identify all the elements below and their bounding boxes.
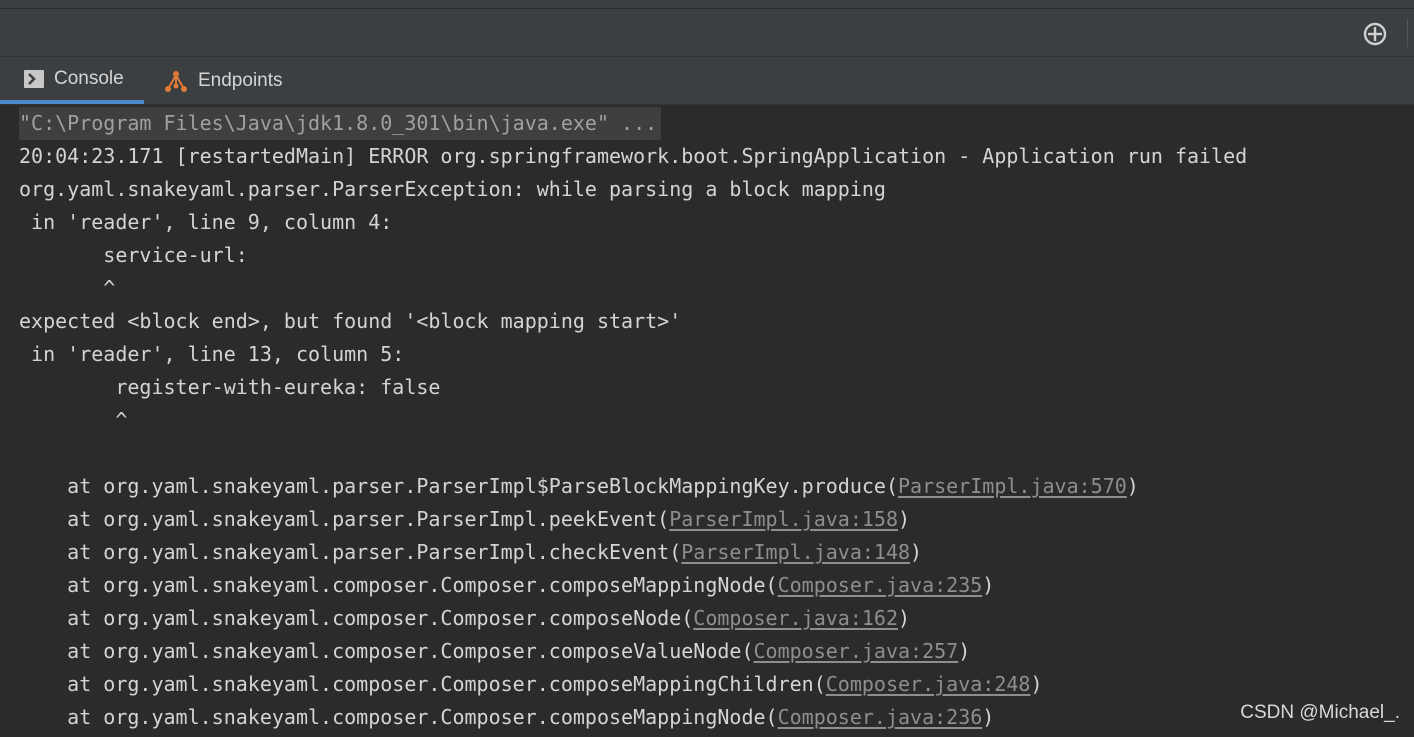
endpoints-icon: [164, 69, 188, 93]
console-output[interactable]: "C:\Program Files\Java\jdk1.8.0_301\bin\…: [0, 105, 1414, 737]
stack-frame-text: at org.yaml.snakeyaml.composer.Composer.…: [19, 672, 826, 696]
console-line: ^: [19, 276, 116, 300]
stack-frame-suffix: ): [910, 540, 923, 564]
stack-frame-suffix: ): [898, 606, 911, 630]
stack-frame-text: at org.yaml.snakeyaml.composer.Composer.…: [19, 639, 754, 663]
source-link[interactable]: Composer.java:162: [693, 606, 898, 630]
tab-endpoints[interactable]: Endpoints: [144, 57, 304, 104]
window-top-strip: [0, 0, 1414, 9]
stack-frame-text: at org.yaml.snakeyaml.composer.Composer.…: [19, 705, 778, 729]
console-line: register-with-eureka: false: [19, 375, 441, 399]
stack-frame-text: at org.yaml.snakeyaml.parser.ParserImpl.…: [19, 540, 682, 564]
source-link[interactable]: ParserImpl.java:148: [681, 540, 910, 564]
stack-frame: at org.yaml.snakeyaml.composer.Composer.…: [19, 701, 994, 734]
stack-frame: at org.yaml.snakeyaml.parser.ParserImpl$…: [19, 470, 1139, 503]
stack-frame-text: at org.yaml.snakeyaml.parser.ParserImpl.…: [19, 507, 670, 531]
source-link[interactable]: ParserImpl.java:158: [669, 507, 898, 531]
stack-frame: at org.yaml.snakeyaml.parser.ParserImpl.…: [19, 503, 910, 536]
toolbar: [0, 9, 1414, 57]
crosshair-button[interactable]: [1361, 21, 1389, 47]
console-line: in 'reader', line 9, column 4:: [19, 210, 393, 234]
command-line[interactable]: "C:\Program Files\Java\jdk1.8.0_301\bin\…: [19, 107, 662, 140]
stack-frame-text: at org.yaml.snakeyaml.parser.ParserImpl$…: [19, 474, 898, 498]
source-link[interactable]: ParserImpl.java:570: [898, 474, 1127, 498]
console-line: 20:04:23.171 [restartedMain] ERROR org.s…: [19, 144, 1248, 168]
console-line: ^: [19, 408, 128, 432]
source-link[interactable]: Composer.java:235: [778, 573, 983, 597]
stack-frame: at org.yaml.snakeyaml.composer.Composer.…: [19, 668, 1043, 701]
source-link[interactable]: Composer.java:248: [826, 672, 1031, 696]
console-line: expected <block end>, but found '<block …: [19, 309, 682, 333]
stack-frame-suffix: ): [898, 507, 911, 531]
stack-frame-text: at org.yaml.snakeyaml.composer.Composer.…: [19, 606, 694, 630]
tool-window-tabs: Console Endpoints: [0, 57, 1414, 105]
stack-frame-suffix: ): [1126, 474, 1139, 498]
source-link[interactable]: Composer.java:257: [754, 639, 959, 663]
console-line: service-url:: [19, 243, 248, 267]
stack-frame: at org.yaml.snakeyaml.composer.Composer.…: [19, 569, 994, 602]
tab-endpoints-label: Endpoints: [198, 69, 283, 91]
stack-frame: at org.yaml.snakeyaml.parser.ParserImpl.…: [19, 536, 922, 569]
console-icon: [24, 69, 44, 88]
toolbar-divider: [1407, 19, 1408, 47]
crosshair-icon: [1363, 22, 1387, 46]
tab-console-label: Console: [54, 67, 124, 89]
tab-console[interactable]: Console: [0, 57, 144, 104]
stack-frame-suffix: ): [982, 573, 995, 597]
console-line: org.yaml.snakeyaml.parser.ParserExceptio…: [19, 177, 886, 201]
stack-frame: at org.yaml.snakeyaml.composer.Composer.…: [19, 602, 910, 635]
source-link[interactable]: Composer.java:236: [778, 705, 983, 729]
console-line: in 'reader', line 13, column 5:: [19, 342, 405, 366]
stack-frame: at org.yaml.snakeyaml.composer.Composer.…: [19, 635, 970, 668]
stack-frame-suffix: ): [982, 705, 995, 729]
stack-frame-text: at org.yaml.snakeyaml.composer.Composer.…: [19, 573, 778, 597]
watermark: CSDN @Michael_.: [1240, 702, 1400, 723]
stack-frame-suffix: ): [1030, 672, 1043, 696]
stack-frame-suffix: ): [958, 639, 971, 663]
